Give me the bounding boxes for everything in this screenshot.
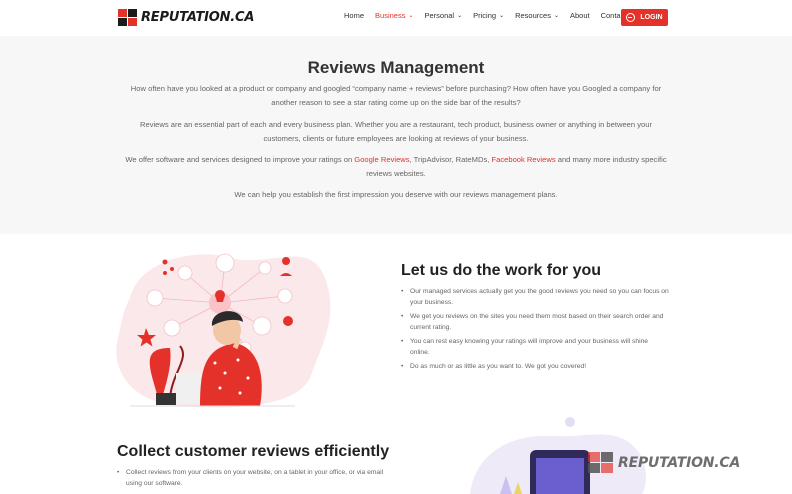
- chevron-down-icon: ⌄: [553, 13, 559, 19]
- logo-text: REPUTATION.CA: [141, 10, 255, 25]
- nav-label: Business: [375, 11, 406, 20]
- chevron-down-icon: ⌄: [457, 13, 463, 19]
- list-item: Do as much or as little as you want to. …: [401, 361, 669, 372]
- watermark-logo: REPUTATION.CA: [588, 452, 740, 474]
- collect-benefits-list: Collect reviews from your clients on you…: [117, 467, 387, 489]
- logo-mark-icon: [118, 9, 138, 26]
- nav-item-personal[interactable]: Personal ⌄: [424, 11, 462, 20]
- page-title: Reviews Management: [307, 58, 485, 77]
- site-header: REPUTATION.CA Home Business ⌄ Personal ⌄ P…: [0, 0, 792, 36]
- work-section-title: Let us do the work for you: [401, 262, 602, 279]
- text-span: We offer software and services designed …: [125, 155, 355, 164]
- google-reviews-link[interactable]: Google Reviews: [354, 155, 409, 164]
- nav-item-home[interactable]: Home: [344, 11, 364, 20]
- list-item: Collect reviews from your clients on you…: [117, 467, 387, 489]
- thinking-man-illustration: [116, 253, 331, 408]
- login-icon: [626, 13, 636, 22]
- main-nav: Home Business ⌄ Personal ⌄ Pricing ⌄ Resour…: [344, 11, 637, 20]
- nav-label: About: [569, 11, 590, 20]
- facebook-reviews-link[interactable]: Facebook Reviews: [491, 155, 555, 164]
- nav-label: Pricing: [473, 11, 497, 20]
- watermark-text: REPUTATION.CA: [618, 455, 741, 471]
- watermark-mark-icon: [588, 452, 614, 474]
- intro-section: Reviews Management How often have you lo…: [0, 36, 792, 234]
- collect-section-title: Collect customer reviews efficiently: [117, 443, 390, 460]
- nav-item-pricing[interactable]: Pricing ⌄: [473, 11, 504, 20]
- intro-paragraph-2: Reviews are an essential part of each an…: [139, 120, 653, 143]
- chevron-down-icon: ⌄: [499, 13, 505, 19]
- list-item: We get you reviews on the sites you need…: [401, 311, 669, 333]
- text-span: , TripAdvisor, RateMDs,: [409, 155, 492, 164]
- nav-item-about[interactable]: About: [570, 11, 590, 20]
- intro-paragraph-3: We offer software and services designed …: [122, 153, 670, 181]
- nav-item-resources[interactable]: Resources ⌄: [515, 11, 559, 20]
- nav-label: Home: [344, 11, 365, 20]
- list-item: You can rest easy knowing your ratings w…: [401, 336, 669, 358]
- intro-paragraph-1: How often have you looked at a product o…: [130, 84, 662, 107]
- list-item: Our managed services actually get you th…: [401, 286, 669, 308]
- site-logo[interactable]: REPUTATION.CA: [118, 9, 254, 26]
- login-button[interactable]: LOGIN: [621, 9, 668, 26]
- nav-item-business[interactable]: Business ⌄: [375, 11, 413, 20]
- intro-paragraph-4: We can help you establish the first impr…: [234, 190, 558, 199]
- work-benefits-list: Our managed services actually get you th…: [401, 286, 669, 375]
- chevron-down-icon: ⌄: [408, 13, 414, 19]
- login-label: LOGIN: [640, 14, 663, 21]
- nav-label: Resources: [515, 11, 551, 20]
- nav-label: Personal: [424, 11, 455, 20]
